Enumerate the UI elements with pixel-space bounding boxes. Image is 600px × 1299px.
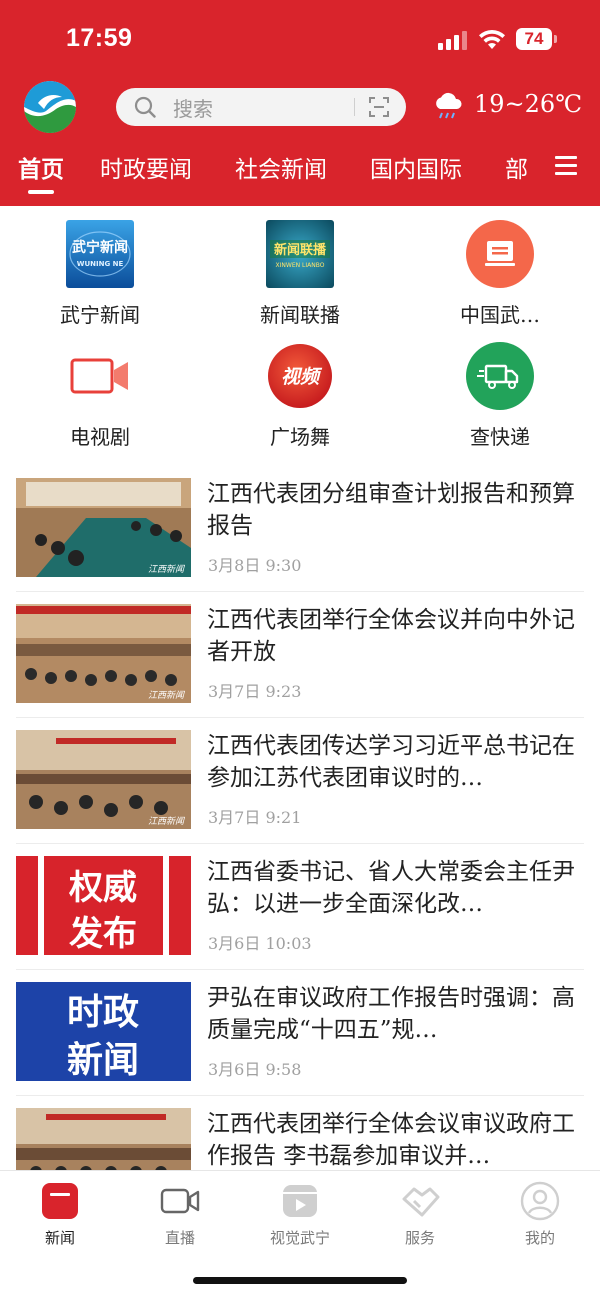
nav-services[interactable]: 服务	[360, 1171, 480, 1261]
news-title: 江西代表团分组审查计划报告和预算报告	[207, 481, 575, 539]
thumb-watermark: 江西新闻	[148, 816, 185, 827]
home-indicator	[193, 1277, 407, 1284]
search-placeholder: 搜索	[173, 97, 213, 121]
news-date: 3月8日 9:30	[208, 556, 302, 575]
news-item[interactable]: 权威 发布 江西省委书记、省人大常委会主任尹弘：以进一步全面深化改… 3月6日 …	[0, 844, 600, 970]
shortcut-grid: 武宁新闻 WUNING NE 武宁新闻 新闻联播 XINWEN LIANBO 新…	[0, 206, 600, 456]
tab-society[interactable]: 社会新闻	[235, 150, 327, 184]
search-bar[interactable]: 搜索	[116, 88, 406, 126]
wuning-news-icon: 武宁新闻 WUNING NE	[66, 220, 134, 288]
nav-visual-wuning[interactable]: 视觉武宁	[240, 1171, 360, 1261]
shortcut-label: 新闻联播	[260, 303, 340, 327]
nav-label: 服务	[404, 1229, 435, 1247]
weather-widget[interactable]: 19~26℃	[432, 90, 582, 124]
shortcut-express[interactable]: 查快递	[400, 328, 600, 449]
nav-news[interactable]: 新闻	[0, 1171, 120, 1261]
news-icon	[42, 1183, 78, 1219]
nav-live[interactable]: 直播	[120, 1171, 240, 1261]
news-item[interactable]: 时政 新闻 尹弘在审议政府工作报告时强调：高质量完成“十四五”规… 3月6日 9…	[0, 970, 600, 1096]
video-badge-icon: 视频	[268, 344, 332, 408]
xinwen-lianbo-icon-text: 新闻联播	[274, 242, 327, 258]
news-thumbnail-banner: 权威 发布	[16, 856, 191, 955]
news-date: 3月7日 9:21	[208, 808, 302, 827]
play-box-icon	[283, 1185, 317, 1217]
category-tabs: 首页 时政要闻 社会新闻 国内国际 部	[0, 150, 600, 200]
news-item[interactable]: 江西新闻 江西代表团分组审查计划报告和预算报告 3月8日 9:30	[0, 466, 600, 592]
news-title: 江西代表团举行全体会议审议政府工作报告 李书磊参加审议并…	[207, 1111, 575, 1169]
scan-icon[interactable]	[368, 96, 390, 118]
battery-level: 74	[516, 28, 552, 50]
header: 17:59 74 搜索 19~26℃ 首页 时政要闻 社会新闻 国内国际 部	[0, 0, 600, 206]
video-camera-icon	[160, 1188, 200, 1214]
xinwen-lianbo-icon-subtext: XINWEN LIANBO	[276, 262, 325, 269]
news-thumbnail-banner: 时政 新闻	[16, 982, 191, 1081]
status-time: 17:59	[66, 24, 133, 52]
shortcut-tv-series[interactable]: 电视剧	[0, 328, 200, 449]
news-item[interactable]: 江西新闻 江西代表团传达学习习近平总书记在参加江苏代表团审议时的… 3月7日 9…	[0, 718, 600, 844]
xinwen-lianbo-icon: 新闻联播 XINWEN LIANBO	[266, 220, 334, 288]
news-item[interactable]: 江西新闻 江西代表团举行全体会议并向中外记者开放 3月7日 9:23	[0, 592, 600, 718]
wuning-news-icon-text: 武宁新闻	[72, 239, 128, 256]
news-thumbnail-meeting: 江西新闻	[16, 478, 191, 577]
hamburger-menu-icon[interactable]	[555, 156, 577, 176]
shortcut-label: 电视剧	[70, 425, 130, 449]
battery-icon: 74	[516, 28, 557, 50]
handshake-icon	[402, 1187, 440, 1217]
delivery-truck-icon	[466, 342, 534, 410]
news-title: 江西代表团举行全体会议并向中外记者开放	[207, 607, 575, 665]
search-divider	[354, 98, 355, 116]
thumb-line2: 新闻	[67, 1040, 139, 1081]
shortcut-label: 查快递	[470, 425, 530, 449]
news-thumbnail-meeting: 江西新闻	[16, 604, 191, 703]
thumb-watermark: 江西新闻	[148, 564, 185, 575]
nav-label: 视觉武宁	[269, 1229, 330, 1247]
wuning-news-icon-subtext: WUNING NE	[77, 260, 124, 268]
news-date: 3月6日 10:03	[208, 934, 312, 953]
shortcut-square-dance[interactable]: 视频 广场舞	[200, 328, 400, 449]
tab-politics[interactable]: 时政要闻	[100, 150, 192, 184]
user-icon	[520, 1181, 560, 1221]
cellular-signal-icon	[438, 30, 468, 50]
thumb-line1: 时政	[67, 992, 139, 1033]
shortcut-label: 中国武…	[460, 303, 540, 327]
tab-home[interactable]: 首页	[18, 150, 64, 184]
nav-label: 新闻	[44, 1229, 75, 1247]
nav-profile[interactable]: 我的	[480, 1171, 600, 1261]
thumb-line1: 权威	[68, 868, 137, 908]
temperature-range: 19~26℃	[474, 90, 583, 118]
thumb-line2: 发布	[69, 914, 137, 954]
nav-label: 我的	[524, 1229, 555, 1247]
orange-document-icon	[466, 220, 534, 288]
news-title: 尹弘在审议政府工作报告时强调：高质量完成“十四五”规…	[207, 985, 575, 1043]
video-badge-text: 视频	[281, 366, 323, 388]
rain-cloud-icon	[436, 92, 462, 119]
tab-domestic-international[interactable]: 国内国际	[370, 150, 462, 184]
active-tab-indicator	[28, 190, 54, 194]
status-bar: 17:59 74	[0, 22, 600, 62]
shortcut-label: 广场舞	[270, 425, 330, 449]
tab-partial[interactable]: 部	[505, 150, 528, 184]
video-camera-icon	[70, 358, 128, 394]
news-date: 3月7日 9:23	[208, 682, 302, 701]
wifi-icon	[479, 29, 505, 49]
news-title: 江西省委书记、省人大常委会主任尹弘：以进一步全面深化改…	[207, 859, 575, 917]
news-date: 3月6日 9:58	[208, 1060, 302, 1079]
shortcut-zhongguo-wu[interactable]: 中国武…	[400, 206, 600, 327]
news-title: 江西代表团传达学习习近平总书记在参加江苏代表团审议时的…	[207, 733, 575, 791]
shortcut-xinwen-lianbo[interactable]: 新闻联播 XINWEN LIANBO 新闻联播	[200, 206, 400, 327]
shortcut-wuning-news[interactable]: 武宁新闻 WUNING NE 武宁新闻	[0, 206, 200, 327]
wuning-logo[interactable]	[24, 81, 76, 133]
search-icon	[134, 96, 156, 118]
shortcut-label: 武宁新闻	[60, 303, 140, 327]
thumb-watermark: 江西新闻	[148, 690, 185, 701]
news-thumbnail-meeting: 江西新闻	[16, 730, 191, 829]
nav-label: 直播	[164, 1229, 195, 1247]
